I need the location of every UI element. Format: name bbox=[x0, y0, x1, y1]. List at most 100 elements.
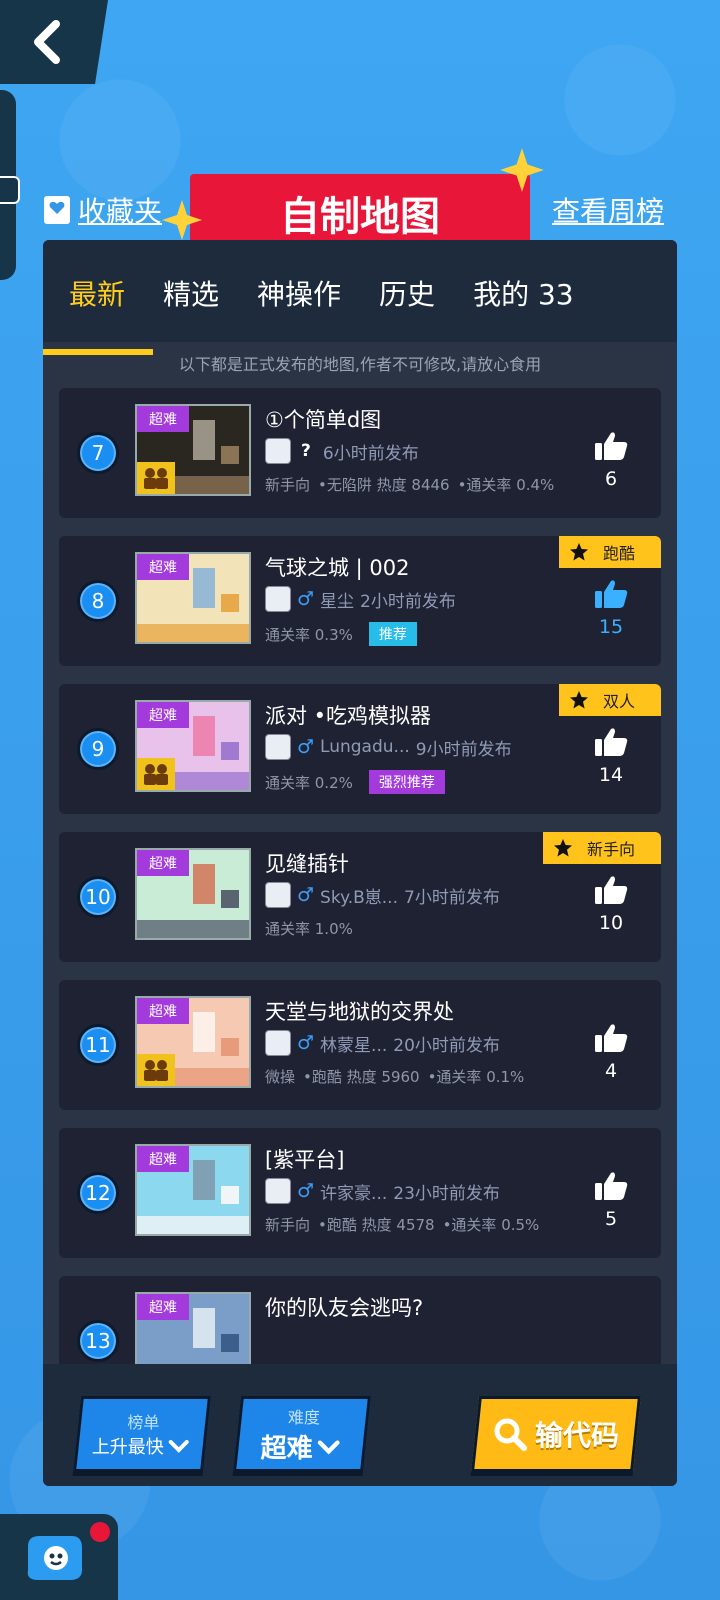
thumbnail-block bbox=[193, 716, 215, 756]
difficulty-filter-value: 超难 bbox=[260, 1433, 313, 1464]
publish-time: 23小时前发布 bbox=[393, 1183, 500, 1204]
thumbnail-block bbox=[193, 1308, 215, 1348]
publish-time: 2小时前发布 bbox=[360, 591, 456, 612]
thumbnail-block bbox=[221, 1186, 239, 1204]
map-thumbnail[interactable]: 超难 bbox=[135, 404, 251, 496]
tab-history[interactable]: 历史 bbox=[379, 269, 435, 313]
two-player-icon bbox=[137, 758, 175, 790]
back-button[interactable] bbox=[0, 0, 108, 84]
difficulty-filter-button[interactable]: 难度 超难 bbox=[233, 1396, 371, 1472]
map-meta-item: •跑酷 热度 4578 bbox=[318, 1216, 435, 1234]
weekly-ranking-link[interactable]: 查看周榜 bbox=[552, 190, 664, 230]
thumbnail-block bbox=[193, 1160, 215, 1200]
rank-badge: 10 bbox=[77, 876, 119, 918]
publish-time: 6小时前发布 bbox=[322, 443, 419, 464]
like-button[interactable]: 14 bbox=[591, 726, 631, 786]
map-card[interactable]: 7 超难 ①个简单d图 ? 6小时前发布 新手向 •无陷阱 热度 8446 •通关率… bbox=[59, 388, 661, 518]
map-thumbnail[interactable]: 超难 bbox=[135, 552, 251, 644]
tab-featured[interactable]: 精选 bbox=[163, 269, 219, 313]
author-avatar[interactable] bbox=[265, 1178, 291, 1204]
map-meta-item: •通关率 0.4% bbox=[457, 476, 555, 494]
like-button[interactable]: 15 bbox=[591, 578, 631, 638]
notice-text: 以下都是正式发布的地图,作者不可修改,请放心食用 bbox=[178, 355, 542, 374]
map-title: 气球之城 | 002 bbox=[265, 556, 410, 580]
back-arrow-icon bbox=[34, 20, 60, 64]
rank-badge: 8 bbox=[77, 580, 119, 622]
map-thumbnail[interactable]: 超难 bbox=[135, 848, 251, 940]
difficulty-badge: 超难 bbox=[137, 998, 189, 1024]
map-meta-item: 新手向 bbox=[265, 476, 311, 494]
map-title: 派对 •吃鸡模拟器 bbox=[265, 704, 432, 728]
category-label: 新手向 bbox=[586, 840, 635, 859]
author-avatar[interactable] bbox=[265, 734, 291, 760]
map-list[interactable]: 7 超难 ①个简单d图 ? 6小时前发布 新手向 •无陷阱 热度 8446 •通关率… bbox=[43, 388, 677, 1388]
map-meta-row: 新手向 •跑酷 热度 4578 •通关率 0.5% bbox=[265, 1214, 539, 1235]
author-avatar[interactable] bbox=[265, 882, 291, 908]
thumbnail-block bbox=[193, 864, 215, 904]
map-card[interactable]: 10 超难 见缝插针 ♂ Sky.B崽... 7小时前发布 通关率 1.0% 1… bbox=[59, 832, 661, 962]
rank-badge: 9 bbox=[77, 728, 119, 770]
author-name: ? bbox=[301, 441, 311, 461]
author-row: ? 6小时前发布 bbox=[265, 438, 419, 464]
map-title: 天堂与地狱的交界处 bbox=[265, 1000, 454, 1024]
map-meta-item: •无陷阱 热度 8446 bbox=[318, 476, 450, 494]
author-avatar[interactable] bbox=[265, 1030, 291, 1056]
author-row: ♂ 林蒙星... 20小时前发布 bbox=[265, 1030, 500, 1056]
map-card[interactable]: 9 超难 派对 •吃鸡模拟器 ♂ Lungadu... 9小时前发布 通关率 0… bbox=[59, 684, 661, 814]
sparkle-star-icon bbox=[162, 200, 202, 240]
category-tag: 新手向 bbox=[542, 832, 661, 864]
thumbnail-block bbox=[221, 446, 239, 464]
thumbs-up-icon bbox=[595, 876, 628, 904]
star-icon bbox=[569, 543, 588, 561]
author-row: ♂ 许家豪... 23小时前发布 bbox=[265, 1178, 500, 1204]
two-player-icon bbox=[137, 1054, 175, 1086]
sort-ranking-button[interactable]: 榜单 上升最快 bbox=[73, 1396, 211, 1472]
thumbnail-terrain bbox=[137, 920, 249, 938]
map-meta-item: 通关率 0.2% bbox=[265, 773, 353, 792]
map-thumbnail[interactable]: 超难 bbox=[135, 700, 251, 792]
author-row: ♂ Sky.B崽... 7小时前发布 bbox=[265, 882, 500, 908]
author-avatar[interactable] bbox=[265, 586, 291, 612]
publish-time: 9小时前发布 bbox=[415, 739, 512, 760]
map-card[interactable]: 12 超难 [紫平台] ♂ 许家豪... 23小时前发布 新手向 •跑酷 热度 4… bbox=[59, 1128, 661, 1258]
like-button[interactable]: 4 bbox=[591, 1022, 631, 1082]
enter-code-label: 输代码 bbox=[534, 1419, 619, 1452]
like-button[interactable]: 10 bbox=[591, 874, 631, 934]
category-tag: 双人 bbox=[558, 684, 661, 716]
like-button[interactable]: 5 bbox=[591, 1170, 631, 1230]
map-card[interactable]: 11 超难 天堂与地狱的交界处 ♂ 林蒙星... 20小时前发布 微操 •跑酷 热… bbox=[59, 980, 661, 1110]
recommend-tag: 推荐 bbox=[368, 622, 417, 646]
map-card[interactable]: 8 超难 气球之城 | 002 ♂ 星尘 2小时前发布 通关率 0.3% 推荐 1… bbox=[59, 536, 661, 666]
thumbs-up-icon bbox=[595, 728, 628, 756]
enter-code-button[interactable]: 输代码 bbox=[471, 1396, 641, 1472]
favorites-link[interactable]: 收藏夹 bbox=[42, 190, 162, 230]
rank-badge: 13 bbox=[77, 1320, 119, 1362]
thumbnail-block bbox=[193, 568, 215, 608]
like-count: 6 bbox=[604, 468, 618, 490]
thumbnail-terrain bbox=[137, 1216, 249, 1234]
thumbs-up-icon bbox=[595, 432, 628, 460]
map-meta-item: •通关率 0.5% bbox=[442, 1216, 540, 1234]
like-count: 5 bbox=[604, 1208, 618, 1230]
like-button[interactable]: 6 bbox=[591, 430, 631, 490]
thumbs-up-icon bbox=[595, 580, 628, 608]
tab-skill[interactable]: 神操作 bbox=[257, 269, 341, 313]
sparkle-star-icon bbox=[500, 148, 544, 192]
map-thumbnail[interactable]: 超难 bbox=[135, 1144, 251, 1236]
difficulty-badge: 超难 bbox=[137, 1294, 189, 1320]
search-icon bbox=[494, 1418, 527, 1451]
author-name: Sky.B崽... bbox=[320, 887, 398, 908]
tab-mine[interactable]: 我的 33 bbox=[473, 269, 574, 313]
author-avatar[interactable] bbox=[265, 438, 291, 464]
like-count: 10 bbox=[598, 912, 624, 934]
map-title: [紫平台] bbox=[265, 1148, 345, 1172]
sort-ranking-value-row: 上升最快 bbox=[92, 1433, 190, 1459]
thumbnail-block bbox=[221, 742, 239, 760]
sort-ranking-value: 上升最快 bbox=[91, 1437, 164, 1458]
star-icon bbox=[569, 691, 588, 709]
author-name: Lungadu... bbox=[320, 737, 410, 757]
map-thumbnail[interactable]: 超难 bbox=[135, 996, 251, 1088]
tab-latest[interactable]: 最新 bbox=[43, 269, 154, 355]
author-row: ♂ 星尘 2小时前发布 bbox=[265, 586, 456, 612]
difficulty-badge: 超难 bbox=[137, 406, 189, 432]
